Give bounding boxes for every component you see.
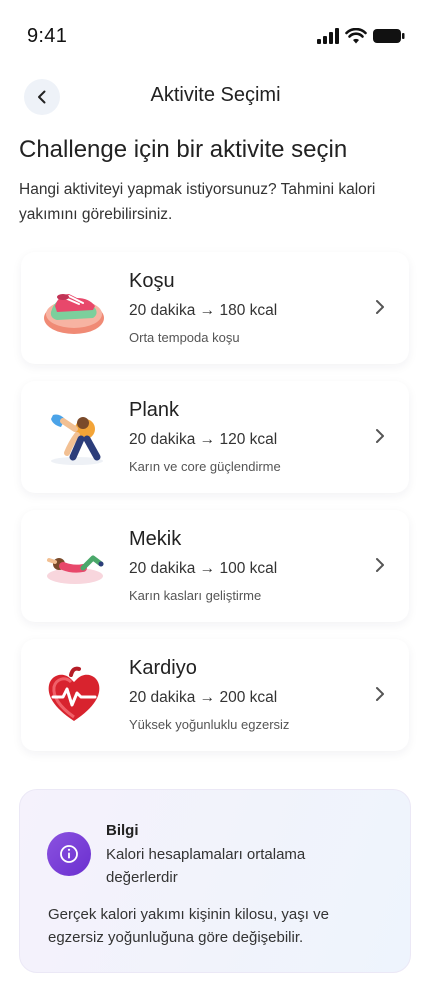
section-subtitle: Hangi aktiviteyi yapmak istiyorsunuz? Ta… xyxy=(19,181,376,223)
status-bar: 9:41 xyxy=(0,0,431,72)
activity-kcal: 20 dakika → 200 kcal xyxy=(129,689,278,706)
chevron-right-icon xyxy=(376,558,384,572)
signal-icon xyxy=(317,28,339,44)
activity-kcal: 20 dakika → 120 kcal xyxy=(129,431,278,448)
activity-kcal: 20 dakika → 180 kcal xyxy=(129,302,278,319)
situp-person-icon xyxy=(47,555,104,584)
activity-kcal: 20 dakika → 100 kcal xyxy=(129,560,278,577)
status-time: 9:41 xyxy=(27,25,68,47)
running-shoe-icon xyxy=(44,294,104,334)
activity-card-kosu[interactable]: Koşu 20 dakika → 180 kcal Orta tempoda k… xyxy=(21,252,409,364)
chevron-right-icon xyxy=(376,429,384,443)
info-box: Bilgi Kalori hesaplamaları ortalama değe… xyxy=(19,789,411,973)
info-circle-icon xyxy=(60,845,78,863)
activity-title: Kardiyo xyxy=(129,657,197,679)
section-heading: Challenge için bir aktivite seçin xyxy=(19,136,348,163)
chevron-right-icon xyxy=(376,687,384,701)
activity-card-mekik[interactable]: Mekik 20 dakika → 100 kcal Karın kasları… xyxy=(21,510,409,622)
info-lead-text: Kalori hesaplamaları ortalama değerlerdi… xyxy=(106,846,306,886)
activity-description: Karın ve core güçlendirme xyxy=(129,459,281,474)
activity-card-kardiyo[interactable]: Kardiyo 20 dakika → 200 kcal Yüksek yoğu… xyxy=(21,639,409,751)
info-body-text: Gerçek kalori yakımı kişinin kilosu, yaş… xyxy=(48,906,329,946)
activity-title: Koşu xyxy=(129,270,175,292)
page-title: Aktivite Seçimi xyxy=(150,84,281,106)
activity-description: Yüksek yoğunluklu egzersiz xyxy=(129,717,290,732)
nav-bar: Aktivite Seçimi xyxy=(0,76,431,120)
activity-card-plank[interactable]: Plank 20 dakika → 120 kcal Karın ve core… xyxy=(21,381,409,493)
info-title: Bilgi xyxy=(106,822,139,839)
status-icons xyxy=(317,28,405,44)
activity-title: Mekik xyxy=(129,528,182,550)
activity-description: Orta tempoda koşu xyxy=(129,330,240,345)
battery-icon xyxy=(373,29,405,43)
activity-title: Plank xyxy=(129,399,180,421)
info-icon xyxy=(47,832,91,876)
activity-description: Karın kasları geliştirme xyxy=(129,588,262,603)
plank-person-icon xyxy=(51,414,103,465)
chevron-right-icon xyxy=(376,300,384,314)
wifi-icon xyxy=(345,28,367,44)
heart-pulse-icon xyxy=(48,666,100,721)
